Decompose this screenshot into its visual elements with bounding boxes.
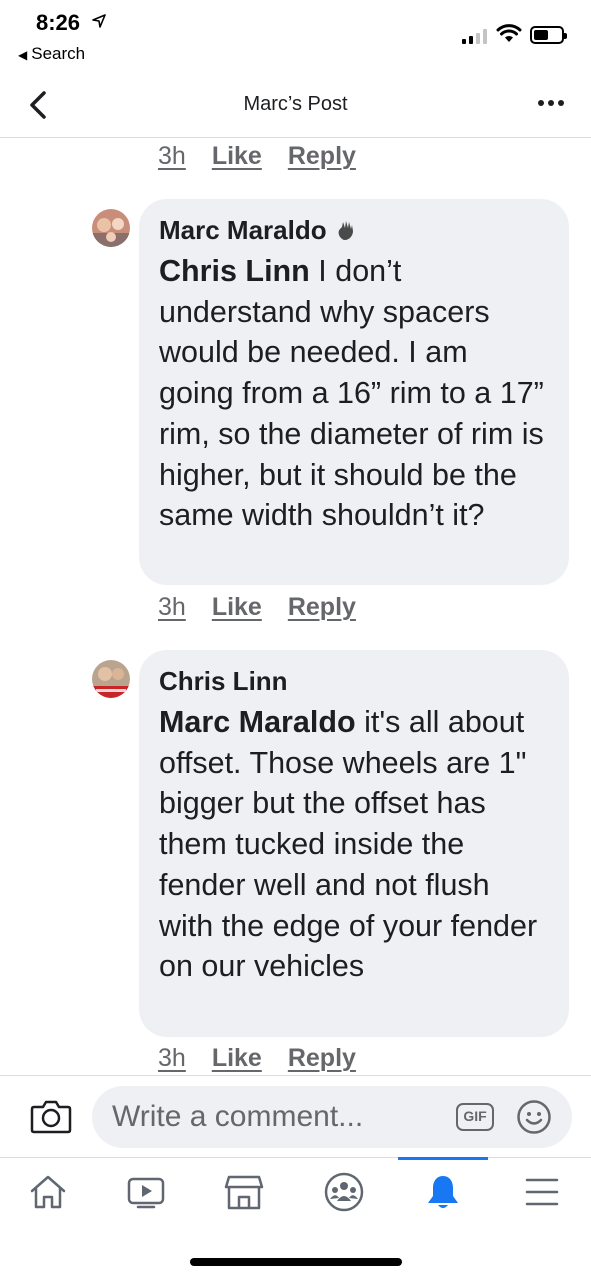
avatar[interactable] — [92, 209, 130, 247]
comment-time[interactable]: 3h — [158, 142, 186, 171]
tab-home[interactable] — [26, 1170, 70, 1214]
comment-placeholder: Write a comment... — [112, 1100, 364, 1133]
waving-hand-icon — [338, 221, 353, 240]
mention-link[interactable]: Marc Maraldo — [159, 705, 356, 739]
comment-author[interactable]: Chris Linn — [159, 666, 288, 697]
comment-actions: 3h Like Reply — [158, 1044, 356, 1073]
menu-icon — [525, 1178, 559, 1206]
back-app-label: Search — [31, 44, 86, 63]
like-link[interactable]: Like — [212, 1044, 262, 1073]
tab-marketplace[interactable] — [222, 1170, 266, 1214]
comment-text: Chris Linn I don’t understand why spacer… — [159, 251, 549, 536]
emoji-icon[interactable] — [516, 1099, 552, 1135]
cellular-signal-icon — [462, 28, 487, 44]
comment-composer: Write a comment... GIF — [0, 1075, 591, 1159]
reply-link[interactable]: Reply — [288, 142, 356, 171]
notifications-icon — [428, 1176, 458, 1208]
camera-icon[interactable] — [30, 1098, 72, 1134]
comment-time[interactable]: 3h — [158, 593, 186, 622]
comment-time[interactable]: 3h — [158, 1044, 186, 1073]
active-tab-indicator — [398, 1157, 488, 1160]
tab-bar — [0, 1157, 591, 1227]
comment-actions: 3h Like Reply — [158, 142, 356, 171]
more-options-icon[interactable] — [538, 100, 564, 106]
tab-groups[interactable] — [322, 1170, 366, 1214]
comment-author[interactable]: Marc Maraldo — [159, 215, 327, 246]
home-indicator[interactable] — [190, 1258, 402, 1266]
reply-link[interactable]: Reply — [288, 593, 356, 622]
groups-icon — [324, 1172, 364, 1212]
status-time: 8:26 — [36, 10, 81, 35]
wifi-icon — [496, 24, 522, 42]
avatar-photo — [92, 209, 130, 247]
battery-icon — [530, 26, 567, 44]
comment-input[interactable]: Write a comment... GIF — [92, 1086, 572, 1148]
comment-text: Marc Maraldo it's all about offset. Thos… — [159, 702, 549, 987]
comment-body: I don’t understand why spacers would be … — [159, 254, 544, 533]
comment-body: it's all about offset. Those wheels are … — [159, 705, 538, 984]
back-to-app-link[interactable]: ◀ Search — [18, 44, 85, 64]
post-header: Marc’s Post — [0, 72, 591, 138]
location-arrow-icon — [92, 14, 106, 28]
page-title: Marc’s Post — [243, 93, 348, 115]
comment-bubble: Chris Linn Marc Maraldo it's all about o… — [139, 650, 569, 1037]
avatar-photo — [92, 660, 130, 698]
back-triangle-icon: ◀ — [18, 48, 28, 62]
like-link[interactable]: Like — [212, 593, 262, 622]
marketplace-icon — [224, 1175, 264, 1210]
tab-watch[interactable] — [124, 1170, 168, 1214]
tab-menu[interactable] — [520, 1170, 564, 1214]
avatar[interactable] — [92, 660, 130, 698]
reply-link[interactable]: Reply — [288, 1044, 356, 1073]
mention-link[interactable]: Chris Linn — [159, 254, 310, 288]
comment-bubble: Marc Maraldo Chris Linn I don’t understa… — [139, 199, 569, 585]
watch-icon — [127, 1177, 165, 1209]
gif-button[interactable]: GIF — [456, 1103, 494, 1131]
comment-actions: 3h Like Reply — [158, 593, 356, 622]
status-bar: 8:26 ◀ Search — [0, 0, 591, 72]
tab-notifications[interactable] — [421, 1170, 465, 1214]
home-icon — [30, 1175, 66, 1209]
like-link[interactable]: Like — [212, 142, 262, 171]
